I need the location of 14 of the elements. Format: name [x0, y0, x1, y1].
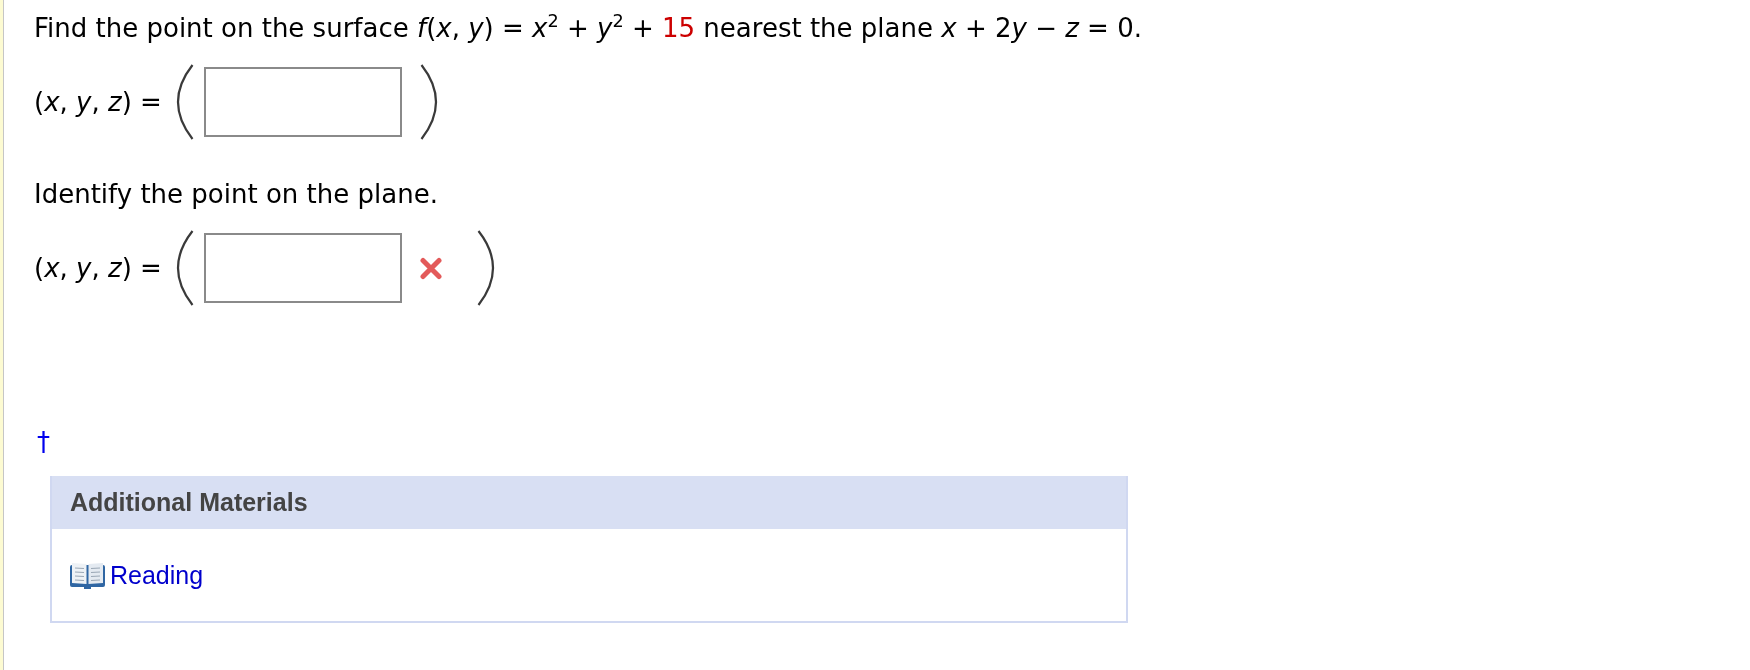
- panel-title: Additional Materials: [70, 488, 308, 517]
- answer-field[interactable]: [203, 233, 402, 303]
- answer-label: (x, y, z) =: [34, 254, 162, 282]
- answer-label: (x, y, z) =: [34, 88, 162, 116]
- left-parenthesis-icon: [175, 64, 194, 140]
- prompt-text: Identify the point on the plane.: [34, 180, 438, 208]
- left-parenthesis-icon: [175, 230, 194, 306]
- reading-link[interactable]: Reading: [70, 560, 204, 590]
- question-text: Find the point on the surface f(x, y) = x$^{2}$ + y$^{2}$ + 15 nearest the plane x + 2y − z = 0.: [34, 14, 1142, 42]
- footnote-link[interactable]: †: [37, 428, 50, 456]
- answer-field[interactable]: [203, 67, 402, 137]
- book-icon: [70, 561, 105, 589]
- right-parenthesis-icon: [476, 230, 495, 306]
- right-parenthesis-icon: [419, 64, 438, 140]
